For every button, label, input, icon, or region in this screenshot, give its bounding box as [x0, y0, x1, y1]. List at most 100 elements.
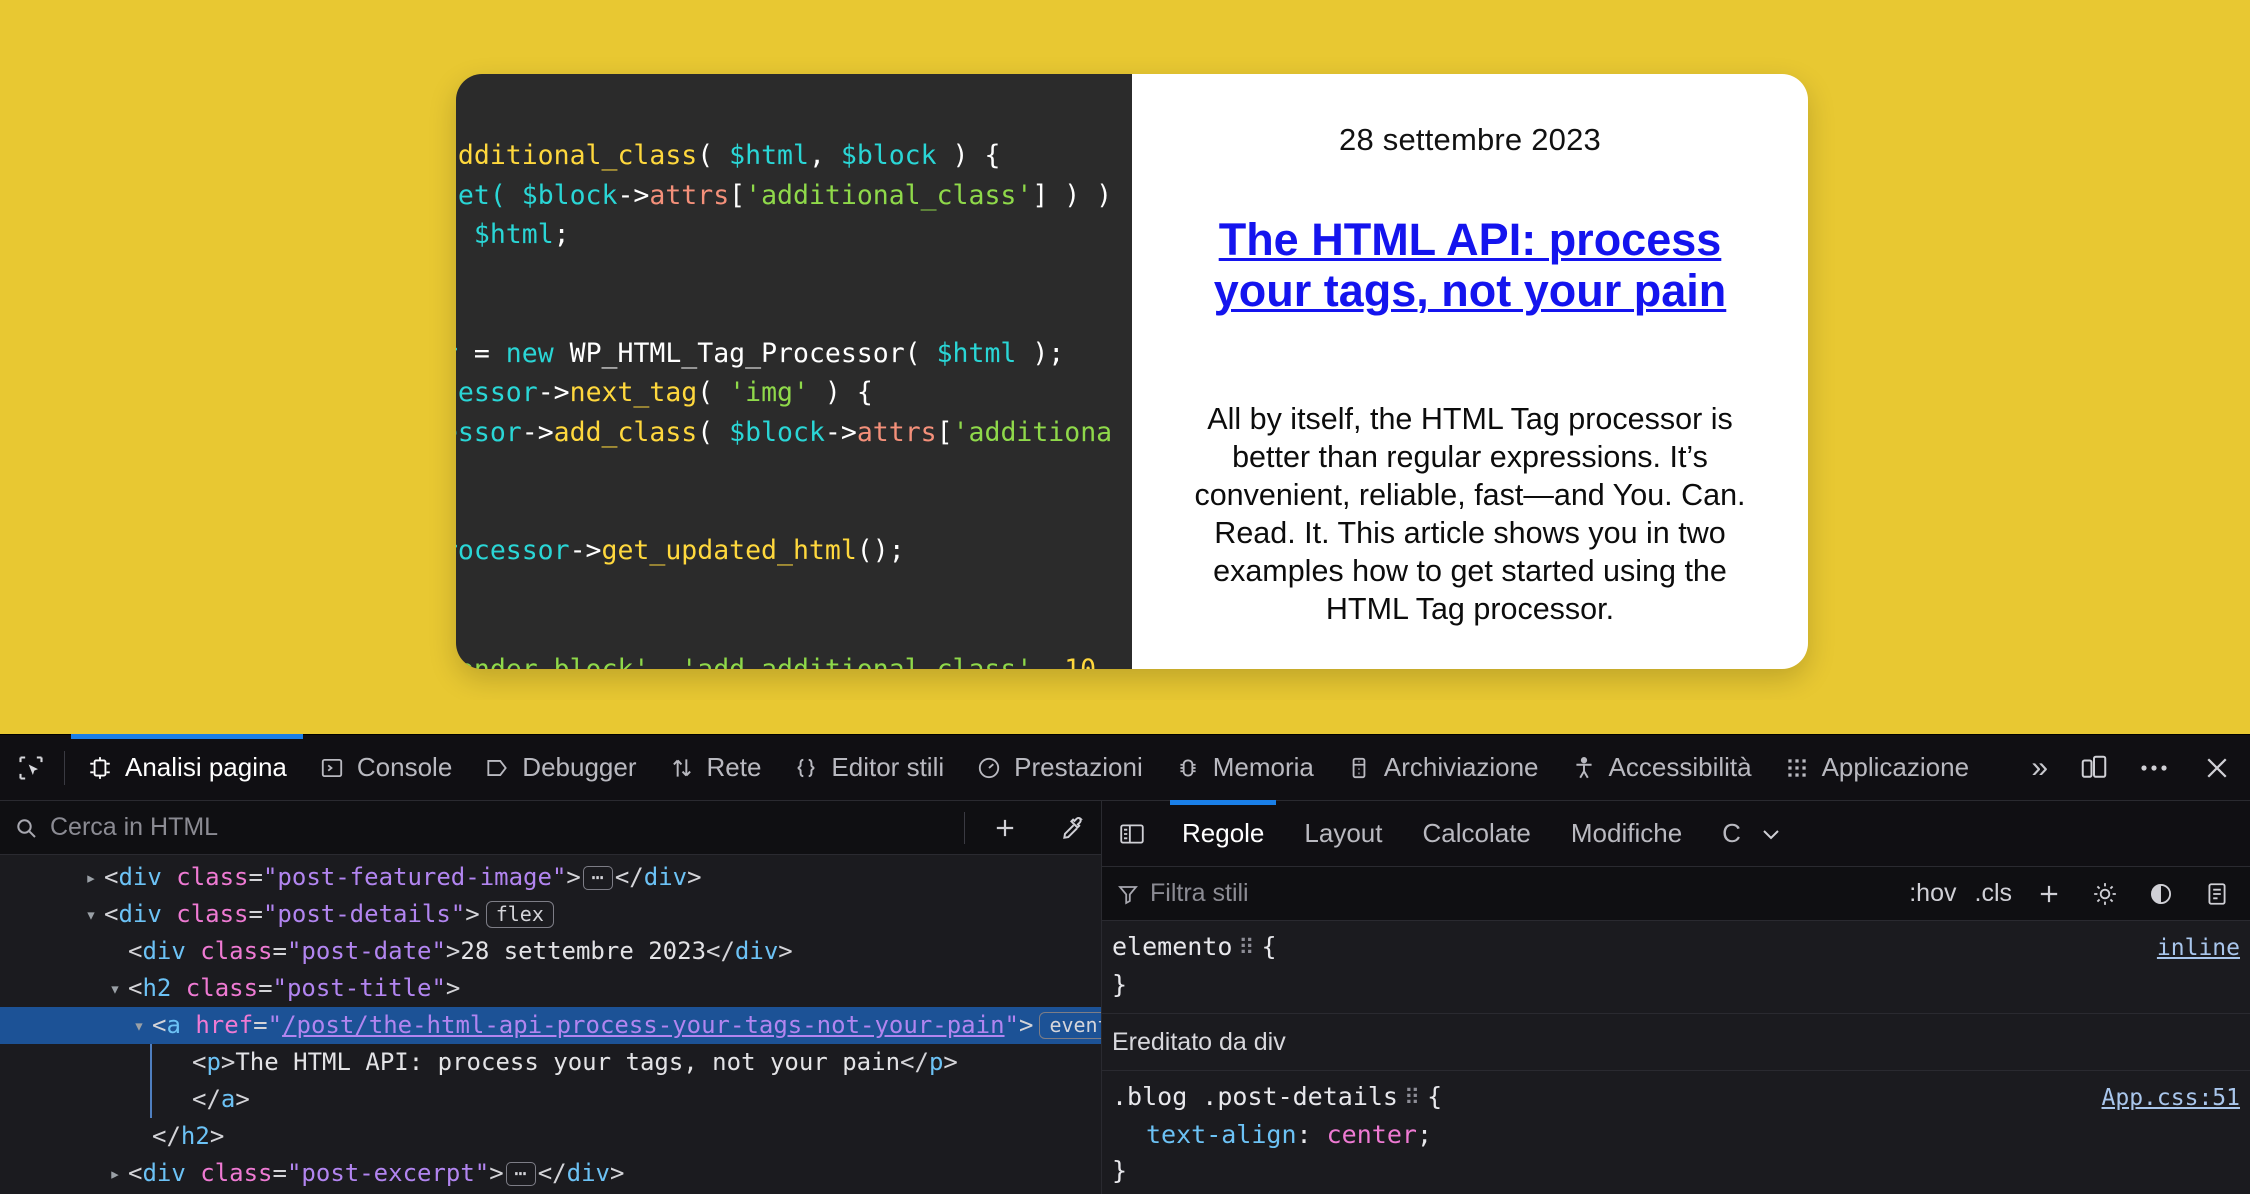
code-token: ocessor: [456, 377, 538, 408]
css-property[interactable]: text-align: [1146, 1120, 1297, 1149]
rules-tab-layout[interactable]: Layout: [1284, 801, 1402, 866]
tree-token: The HTML API: process your tags, not you…: [235, 1048, 901, 1076]
devtools-tab-console[interactable]: Console: [303, 735, 468, 800]
node-badge-flex[interactable]: flex: [485, 901, 554, 928]
html-tree-node[interactable]: <div class="post-excerpt">⋯</div>: [0, 1155, 1101, 1192]
rules-tab-modifiche[interactable]: Modifiche: [1551, 801, 1702, 866]
element-picker-icon[interactable]: [0, 735, 62, 800]
html-tree[interactable]: <div class="post-featured-image">⋯</div>…: [0, 855, 1101, 1194]
code-token: get_updated_html: [601, 535, 857, 566]
responsive-design-mode-icon[interactable]: [2064, 735, 2124, 800]
tree-token: div: [118, 863, 162, 891]
filter-styles-input[interactable]: [1150, 879, 1896, 908]
code-token: 10: [1064, 653, 1097, 670]
devtools-tab-debugger[interactable]: Debugger: [468, 735, 652, 800]
css-rule[interactable]: elemento ⠿{inline}: [1102, 921, 2250, 1014]
plus-icon[interactable]: [2026, 867, 2072, 921]
code-token: ) {: [936, 140, 1001, 171]
rules-tab-calcolate[interactable]: Calcolate: [1402, 801, 1550, 866]
performance-icon: [976, 755, 1002, 781]
collapsed-children-icon[interactable]: ⋯: [582, 865, 613, 890]
html-tree-node-selected[interactable]: <a href="/post/the-html-api-process-your…: [0, 1007, 1101, 1044]
code-token: attrs: [856, 416, 937, 448]
devtools-tab-rete[interactable]: Rete: [653, 735, 778, 800]
code-token: sset(: [456, 179, 506, 211]
rules-tab-regole[interactable]: Regole: [1162, 800, 1284, 866]
collapsed-children-icon[interactable]: ⋯: [505, 1161, 536, 1186]
cls-toggle[interactable]: .cls: [1971, 879, 2017, 908]
style-filter-bar: :hov .cls: [1102, 867, 2250, 921]
tree-token: >: [220, 1048, 236, 1076]
node-badge-event[interactable]: event: [1039, 1012, 1101, 1039]
sidebar-toggle-icon[interactable]: [1102, 801, 1162, 866]
search-input[interactable]: [50, 813, 952, 842]
tree-token: </: [192, 1085, 221, 1113]
css-selector[interactable]: elemento: [1112, 929, 1232, 965]
code-token: ,: [649, 653, 682, 670]
code-line: processor->get_updated_html();: [456, 531, 1112, 571]
tree-twisty-closed-icon[interactable]: [102, 1154, 128, 1193]
devtools-tab-label: Console: [356, 752, 453, 782]
close-icon[interactable]: [2184, 735, 2250, 800]
toolbar-overflow-icon[interactable]: »: [2015, 751, 2064, 785]
tree-twisty-open-icon[interactable]: [126, 1006, 152, 1045]
css-value[interactable]: center: [1327, 1120, 1417, 1149]
accessibility-icon: [1571, 755, 1597, 781]
html-tree-node[interactable]: < div class = "post-date" >28 settembre 2023…: [0, 933, 1101, 970]
console-icon: [319, 755, 345, 781]
rules-tab-c[interactable]: C: [1702, 801, 1761, 866]
html-tree-node[interactable]: </a >: [0, 1081, 1101, 1118]
html-tree-node[interactable]: <h2 class="post-title">: [0, 970, 1101, 1007]
post-details: 28 settembre 2023 The HTML API: process …: [1132, 74, 1808, 669]
devtools-tab-memoria[interactable]: Memoria: [1159, 735, 1330, 800]
inherited-from-text: Ereditato da div: [1112, 1028, 1286, 1056]
moon-icon[interactable]: [2138, 867, 2184, 921]
code-token: [: [729, 179, 746, 211]
rules-tab-strip: Regole Layout Calcolate Modifiche C: [1102, 800, 2250, 867]
html-tree-node[interactable]: <div class="post-featured-image">⋯</div>: [0, 859, 1101, 896]
css-rule[interactable]: .blog .post-details ⠿{App.css:51 text-alig…: [1102, 1071, 2250, 1194]
tree-token: =: [248, 900, 263, 928]
html-tree-node[interactable]: </h2 >: [0, 1118, 1101, 1155]
tree-token: >: [209, 1122, 225, 1150]
devtools-panel: Analisi pagina Console Debugger Rete Editor …: [0, 734, 2250, 1194]
tree-token: </: [900, 1048, 929, 1076]
css-declaration[interactable]: text-align: center;: [1112, 1117, 2240, 1153]
tree-twisty-open-icon[interactable]: [78, 895, 104, 934]
hov-toggle[interactable]: :hov: [1905, 879, 1960, 908]
css-rule-source-link[interactable]: App.css:51: [2102, 1080, 2240, 1116]
rules-list[interactable]: elemento ⠿{inline} Ereditato da div .blog .…: [1102, 921, 2250, 1194]
tree-twisty-open-icon[interactable]: [102, 969, 128, 1008]
code-token: WP_HTML_Tag_Processor: [569, 337, 905, 369]
html-tree-node[interactable]: <div class="post-details">flex: [0, 896, 1101, 933]
code-token: $block: [729, 416, 825, 448]
rules-tabs: Regole Layout Calcolate Modifiche C: [1162, 800, 1761, 866]
devtools-tab-analisi-pagina[interactable]: Analisi pagina: [71, 734, 303, 800]
more-options-icon[interactable]: [2124, 735, 2184, 800]
devtools-tab-prestazioni[interactable]: Prestazioni: [960, 735, 1159, 800]
tree-token: /post/the-html-api-process-your-tags-not…: [282, 1011, 1005, 1039]
tree-twisty-closed-icon[interactable]: [78, 858, 104, 897]
devtools-tab-editor-stili[interactable]: Editor stili: [777, 735, 960, 800]
memory-icon: [1175, 755, 1201, 781]
tree-token: div: [643, 863, 688, 891]
print-media-icon[interactable]: [2194, 867, 2240, 921]
devtools-tab-archiviazione[interactable]: Archiviazione: [1330, 735, 1555, 800]
post-title-link[interactable]: The HTML API: process your tags, not you…: [1198, 214, 1743, 316]
chevron-down-icon[interactable]: [1761, 827, 1791, 841]
code-token: ();: [856, 535, 905, 566]
html-tree-node[interactable]: < p > The HTML API: process your tags, not …: [0, 1044, 1101, 1081]
sun-icon[interactable]: [2082, 867, 2128, 921]
code-token: 'img': [729, 377, 809, 408]
code-token: next_tag: [569, 377, 698, 408]
tree-token: p: [928, 1048, 944, 1076]
css-selector[interactable]: .blog .post-details: [1112, 1079, 1398, 1115]
devtools-tab-accessibilit[interactable]: Accessibilità: [1555, 735, 1768, 800]
plus-icon[interactable]: [977, 801, 1033, 855]
tree-token: </: [537, 1159, 567, 1187]
css-rule-source-link[interactable]: inline: [2157, 930, 2240, 966]
eyedropper-icon[interactable]: [1045, 801, 1101, 855]
devtools-tab-applicazione[interactable]: Applicazione: [1768, 735, 1985, 800]
